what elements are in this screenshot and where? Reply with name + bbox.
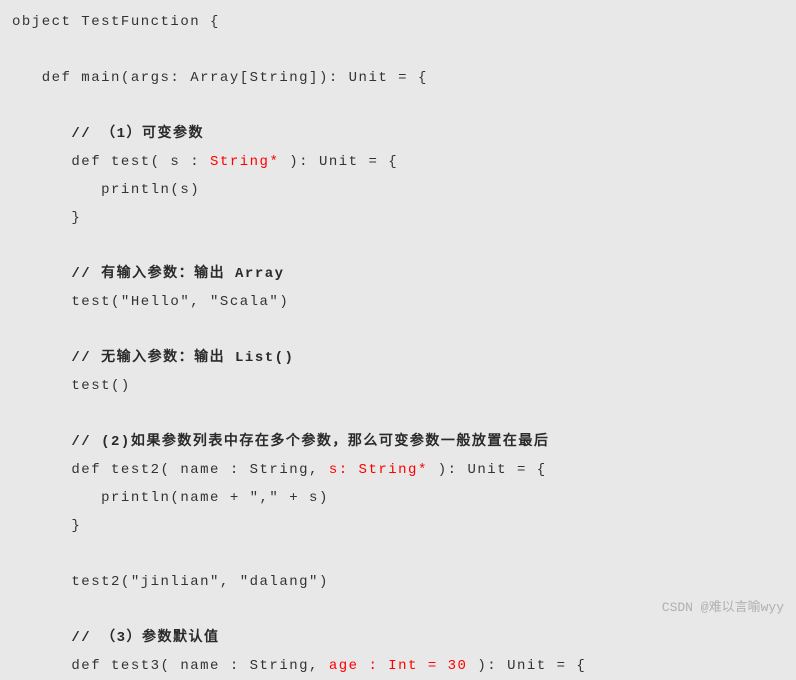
comment-prefix: // （1）	[12, 126, 142, 142]
comment-prefix: // （3）	[12, 630, 142, 646]
highlight-red: s: String*	[329, 462, 428, 478]
code-line: ): Unit = {	[428, 462, 547, 478]
highlight-red: age : Int = 30	[329, 658, 468, 674]
code-line: def main(args: Array[String]): Unit = {	[12, 70, 428, 86]
code-line: ): Unit = {	[467, 658, 586, 674]
code-line: ): Unit = {	[279, 154, 398, 170]
code-line: object TestFunction {	[12, 14, 220, 30]
code-line: test2("jinlian", "dalang")	[12, 574, 329, 590]
comment-bold: // 有输入参数：输出 Array	[12, 266, 285, 282]
comment-bold: 参数默认值	[142, 630, 220, 646]
code-line: def test2( name : String,	[12, 462, 329, 478]
comment-bold: 可变参数	[142, 126, 204, 142]
code-line: println(name + "," + s)	[12, 490, 329, 506]
comment-bold: // 无输入参数：输出 List()	[12, 350, 294, 366]
code-line: test()	[12, 378, 131, 394]
code-line: test("Hello", "Scala")	[12, 294, 289, 310]
highlight-red: 可变参数一般放置在最后	[379, 434, 550, 450]
code-line: def test3( name : String,	[12, 658, 329, 674]
highlight-red: String*	[210, 154, 279, 170]
code-line: println(s)	[12, 182, 200, 198]
code-line: }	[12, 210, 81, 226]
code-block: object TestFunction { def main(args: Arr…	[12, 8, 784, 680]
code-line: }	[12, 518, 81, 534]
code-line: def test( s :	[12, 154, 210, 170]
comment-prefix: // (2)如果参数列表中存在多个参数，那么	[12, 434, 379, 450]
watermark: CSDN @难以言喻wyy	[662, 594, 784, 622]
